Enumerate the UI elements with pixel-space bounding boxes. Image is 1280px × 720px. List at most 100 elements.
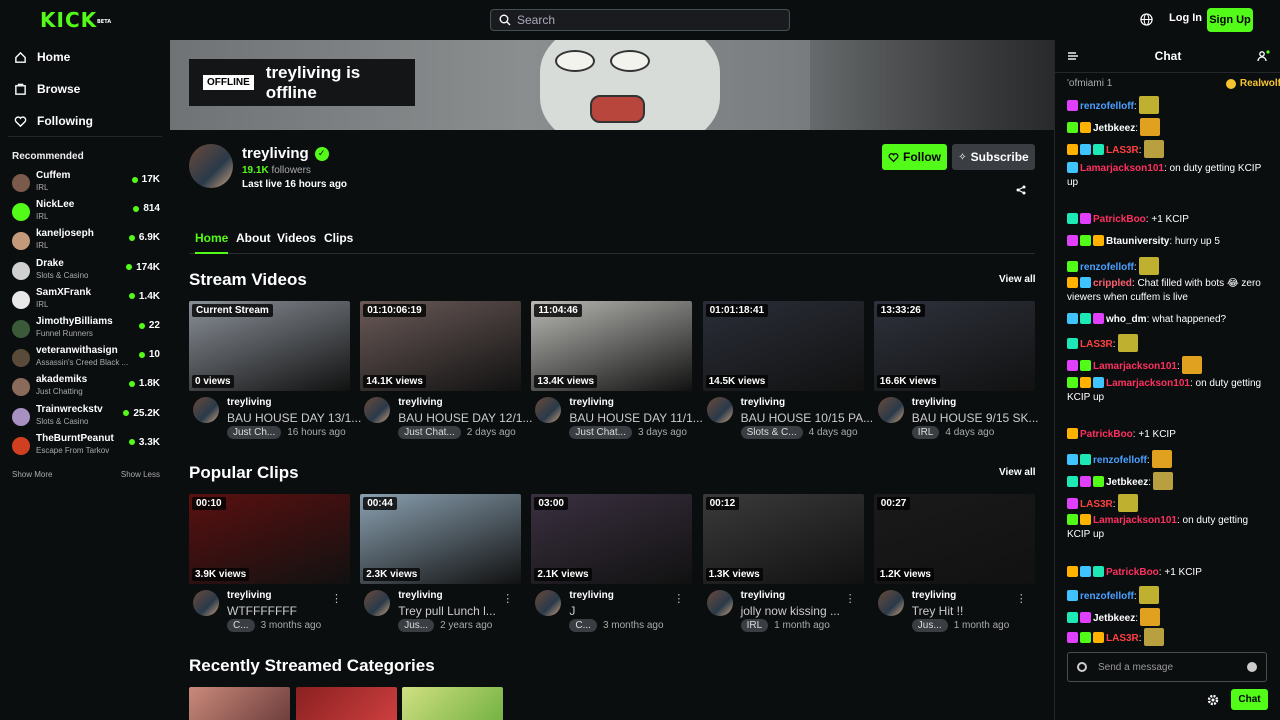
- category-pill[interactable]: Just Ch...: [227, 426, 282, 439]
- tab-home[interactable]: Home: [195, 231, 229, 254]
- card-channel[interactable]: treyliving: [912, 590, 956, 601]
- card-channel[interactable]: treyliving: [741, 397, 785, 408]
- recommended-channel[interactable]: TheBurntPeanut Escape From Tarkov 3.3K: [12, 433, 160, 459]
- chat-username[interactable]: Lamarjackson101: [1106, 378, 1190, 389]
- chat-username[interactable]: Btauniversity: [1106, 236, 1169, 247]
- more-options-icon[interactable]: ⋮: [331, 592, 342, 605]
- clip-card[interactable]: 00:27 1.2K views treyliving Trey Hit !! Jus.…: [873, 494, 1035, 639]
- clip-card[interactable]: 03:00 2.1K views treyliving J C... 3 months a…: [531, 494, 693, 639]
- chat-username[interactable]: renzofelloff: [1080, 591, 1134, 602]
- chat-username[interactable]: PatrickBoo: [1080, 429, 1133, 440]
- more-options-icon[interactable]: ⋮: [845, 592, 856, 605]
- avatar[interactable]: [535, 590, 562, 616]
- share-icon[interactable]: [1016, 185, 1026, 195]
- thumbnail[interactable]: 11:04:46 13.4K views: [531, 301, 693, 391]
- collapse-chat-icon[interactable]: [1067, 50, 1079, 62]
- avatar[interactable]: [706, 590, 733, 616]
- nav-browse[interactable]: Browse: [14, 82, 80, 96]
- category-pill[interactable]: Jus...: [398, 619, 435, 632]
- chat-send-button[interactable]: Chat: [1231, 689, 1268, 710]
- thumbnail[interactable]: 03:00 2.1K views: [531, 494, 693, 584]
- chat-username[interactable]: Lamarjackson101: [1080, 163, 1164, 174]
- card-channel[interactable]: treyliving: [912, 397, 956, 408]
- login-button[interactable]: Log In: [1169, 12, 1202, 24]
- chat-username[interactable]: Lamarjackson101: [1093, 361, 1177, 372]
- thumbnail[interactable]: 00:12 1.3K views: [702, 494, 864, 584]
- thumbnail[interactable]: 00:10 3.9K views: [189, 494, 350, 584]
- category-pill[interactable]: C...: [227, 619, 255, 632]
- recommended-channel[interactable]: JimothyBilliams Funnel Runners 22: [12, 316, 160, 342]
- category-card[interactable]: [189, 687, 290, 720]
- show-more-button[interactable]: Show More: [12, 470, 52, 479]
- card-title[interactable]: jolly now kissing ...: [741, 604, 840, 618]
- card-title[interactable]: WTFFFFFFF: [227, 604, 297, 618]
- recommended-channel[interactable]: Trainwreckstv Slots & Casino 25.2K: [12, 404, 160, 430]
- more-options-icon[interactable]: ⋮: [1016, 592, 1027, 605]
- category-pill[interactable]: C...: [569, 619, 597, 632]
- search-input[interactable]: Search: [490, 9, 790, 31]
- clip-card[interactable]: 00:12 1.3K views treyliving jolly now kissi…: [702, 494, 864, 639]
- thumbnail[interactable]: 01:01:18:41 14.5K views: [702, 301, 864, 391]
- chat-username[interactable]: Jetbkeez: [1093, 613, 1135, 624]
- card-title[interactable]: BAU HOUSE DAY 12/1...: [398, 411, 532, 425]
- channel-avatar[interactable]: [189, 144, 233, 188]
- chat-username[interactable]: crippled: [1093, 278, 1132, 289]
- card-channel[interactable]: treyliving: [227, 590, 271, 601]
- chat-input[interactable]: Send a message: [1067, 652, 1267, 682]
- more-options-icon[interactable]: ⋮: [502, 592, 513, 605]
- subscribe-button[interactable]: ✧ Subscribe: [952, 144, 1035, 170]
- card-title[interactable]: Trey pull Lunch l...: [398, 604, 496, 618]
- globe-icon[interactable]: [1140, 13, 1153, 26]
- chat-username[interactable]: LAS3R: [1106, 145, 1139, 156]
- card-channel[interactable]: treyliving: [569, 590, 613, 601]
- thumbnail[interactable]: 00:27 1.2K views: [873, 494, 1035, 584]
- follow-button[interactable]: Follow: [882, 144, 947, 170]
- more-options-icon[interactable]: ⋮: [673, 592, 684, 605]
- thumbnail[interactable]: 01:10:06:19 14.1K views: [360, 301, 522, 391]
- chat-username[interactable]: renzofelloff: [1080, 262, 1134, 273]
- chat-username[interactable]: Jetbkeez: [1093, 123, 1135, 134]
- tab-clips[interactable]: Clips: [324, 231, 353, 245]
- card-title[interactable]: BAU HOUSE 9/15 SK...: [912, 411, 1039, 425]
- avatar[interactable]: [535, 397, 562, 423]
- category-pill[interactable]: IRL: [911, 426, 940, 439]
- tab-about[interactable]: About: [236, 231, 271, 245]
- nav-following[interactable]: Following: [14, 114, 93, 128]
- category-pill[interactable]: Jus...: [911, 619, 948, 632]
- tab-videos[interactable]: Videos: [277, 231, 316, 245]
- users-icon[interactable]: [1257, 49, 1271, 63]
- chat-username[interactable]: PatrickBoo: [1106, 567, 1159, 578]
- card-title[interactable]: Trey Hit !!: [912, 604, 964, 618]
- chat-username[interactable]: LAS3R: [1080, 499, 1113, 510]
- recommended-channel[interactable]: SamXFrank IRL 1.4K: [12, 287, 160, 313]
- recommended-channel[interactable]: kaneljoseph IRL 6.9K: [12, 228, 160, 254]
- thumbnail[interactable]: Current Stream 0 views: [189, 301, 350, 391]
- category-card[interactable]: [296, 687, 397, 720]
- avatar[interactable]: [364, 590, 391, 616]
- avatar[interactable]: [193, 397, 219, 423]
- recommended-channel[interactable]: veteranwithasign Assassin's Creed Black .…: [12, 345, 160, 371]
- card-channel[interactable]: treyliving: [741, 590, 785, 601]
- category-pill[interactable]: IRL: [740, 619, 769, 632]
- chat-username[interactable]: renzofelloff: [1080, 101, 1134, 112]
- category-pill[interactable]: Slots & C...: [740, 426, 803, 439]
- recommended-channel[interactable]: NickLee IRL 814: [12, 199, 160, 225]
- avatar[interactable]: [877, 590, 904, 616]
- gear-icon[interactable]: [1207, 694, 1219, 706]
- recommended-channel[interactable]: Cuffem IRL 17K: [12, 170, 160, 196]
- card-title[interactable]: BAU HOUSE DAY 11/1...: [569, 411, 702, 425]
- chat-username[interactable]: PatrickBoo: [1093, 214, 1146, 225]
- recommended-channel[interactable]: akademiks Just Chatting 1.8K: [12, 374, 160, 400]
- category-card[interactable]: [402, 687, 503, 720]
- chat-username[interactable]: LAS3R: [1106, 633, 1139, 644]
- chat-username[interactable]: renzofelloff: [1093, 455, 1147, 466]
- thumbnail[interactable]: 13:33:26 16.6K views: [873, 301, 1035, 391]
- signup-button[interactable]: Sign Up: [1207, 8, 1253, 32]
- video-card[interactable]: 13:33:26 16.6K views treyliving BAU HOUSE 9…: [873, 301, 1039, 446]
- card-channel[interactable]: treyliving: [398, 590, 442, 601]
- video-card[interactable]: 01:10:06:19 14.1K views treyliving BAU HOUS…: [360, 301, 532, 446]
- popular-clips-view-all[interactable]: View all: [999, 467, 1036, 478]
- card-channel[interactable]: treyliving: [227, 397, 271, 408]
- avatar[interactable]: [706, 397, 733, 423]
- card-channel[interactable]: treyliving: [398, 397, 442, 408]
